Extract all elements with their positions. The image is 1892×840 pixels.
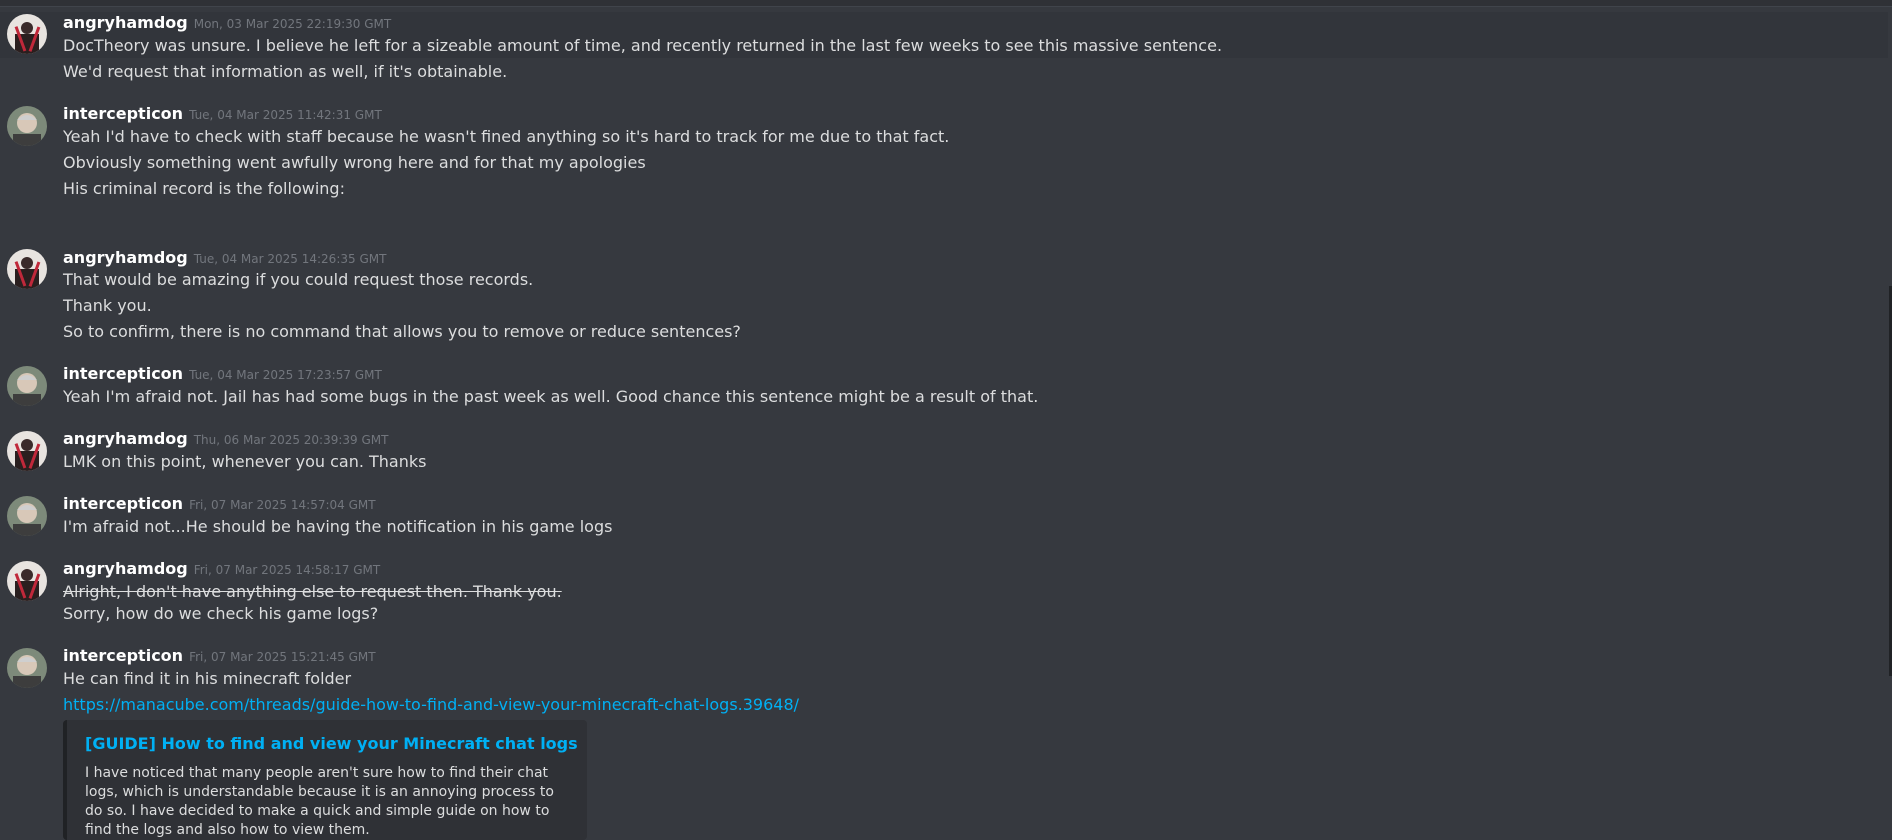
avatar-angryhamdog-icon[interactable] bbox=[7, 431, 47, 471]
avatar-intercepticon-icon[interactable] bbox=[7, 366, 47, 406]
message-text: Yeah I'm afraid not. Jail has had some b… bbox=[63, 387, 1039, 406]
link-embed: [GUIDE] How to find and view your Minecr… bbox=[63, 720, 587, 840]
username[interactable]: angryhamdog Thu, 06 Mar 2025 20:39:39 GMT bbox=[63, 429, 388, 450]
embed-title[interactable]: [GUIDE] How to find and view your Minecr… bbox=[85, 734, 578, 753]
message-text: Yeah I'd have to check with staff becaus… bbox=[63, 127, 950, 146]
message-timestamp: Fri, 07 Mar 2025 14:58:17 GMT bbox=[193, 563, 381, 577]
avatar-intercepticon-icon[interactable] bbox=[7, 496, 47, 536]
username[interactable]: intercepticon Tue, 04 Mar 2025 17:23:57 G… bbox=[63, 364, 382, 385]
avatar-angryhamdog-icon[interactable] bbox=[7, 561, 47, 601]
avatar-intercepticon-icon[interactable] bbox=[7, 648, 47, 688]
top-divider bbox=[0, 0, 1892, 7]
username[interactable]: angryhamdog Fri, 07 Mar 2025 14:58:17 GMT bbox=[63, 559, 380, 580]
message-text: DocTheory was unsure. I believe he left … bbox=[63, 36, 1223, 55]
message-timestamp: Tue, 04 Mar 2025 14:26:35 GMT bbox=[193, 252, 387, 266]
username[interactable]: intercepticon Tue, 04 Mar 2025 11:42:31 G… bbox=[63, 104, 382, 125]
message-timestamp: Fri, 07 Mar 2025 15:21:45 GMT bbox=[189, 650, 376, 664]
message-text: Sorry, how do we check his game logs? bbox=[63, 604, 379, 623]
message-text: I'm afraid not...He should be having the… bbox=[63, 517, 613, 536]
username[interactable]: angryhamdog Tue, 04 Mar 2025 14:26:35 GMT bbox=[63, 248, 386, 269]
username[interactable]: intercepticon Fri, 07 Mar 2025 15:21:45 G… bbox=[63, 646, 376, 667]
message-text: So to confirm, there is no command that … bbox=[63, 322, 741, 341]
message-timestamp: Fri, 07 Mar 2025 14:57:04 GMT bbox=[189, 498, 376, 512]
message-text-strikethrough: Alright, I don't have anything else to r… bbox=[63, 582, 562, 601]
avatar-intercepticon-icon[interactable] bbox=[7, 106, 47, 146]
message-text: Obviously something went awfully wrong h… bbox=[63, 153, 646, 172]
message-timestamp: Thu, 06 Mar 2025 20:39:39 GMT bbox=[193, 433, 389, 447]
guide-link[interactable]: https://manacube.com/threads/guide-how-t… bbox=[63, 695, 799, 714]
message-text: His criminal record is the following: bbox=[63, 179, 345, 198]
username[interactable]: angryhamdog Mon, 03 Mar 2025 22:19:30 GMT bbox=[63, 13, 391, 34]
message-text: We'd request that information as well, i… bbox=[63, 62, 508, 81]
avatar-angryhamdog-icon[interactable] bbox=[7, 14, 47, 54]
message-text: LMK on this point, whenever you can. Tha… bbox=[63, 452, 427, 471]
message-text: He can find it in his minecraft folder bbox=[63, 669, 352, 688]
username[interactable]: intercepticon Fri, 07 Mar 2025 14:57:04 G… bbox=[63, 494, 376, 515]
message-text: That would be amazing if you could reque… bbox=[63, 270, 534, 289]
embed-description: I have noticed that many people aren't s… bbox=[85, 765, 554, 838]
message-timestamp: Tue, 04 Mar 2025 17:23:57 GMT bbox=[189, 368, 382, 382]
avatar-angryhamdog-icon[interactable] bbox=[7, 249, 47, 289]
message-link[interactable]: https://manacube.com/threads/guide-how-t… bbox=[63, 694, 799, 716]
message-timestamp: Mon, 03 Mar 2025 22:19:30 GMT bbox=[193, 17, 392, 31]
message-timestamp: Tue, 04 Mar 2025 11:42:31 GMT bbox=[189, 108, 382, 122]
message-text: Thank you. bbox=[63, 296, 152, 315]
